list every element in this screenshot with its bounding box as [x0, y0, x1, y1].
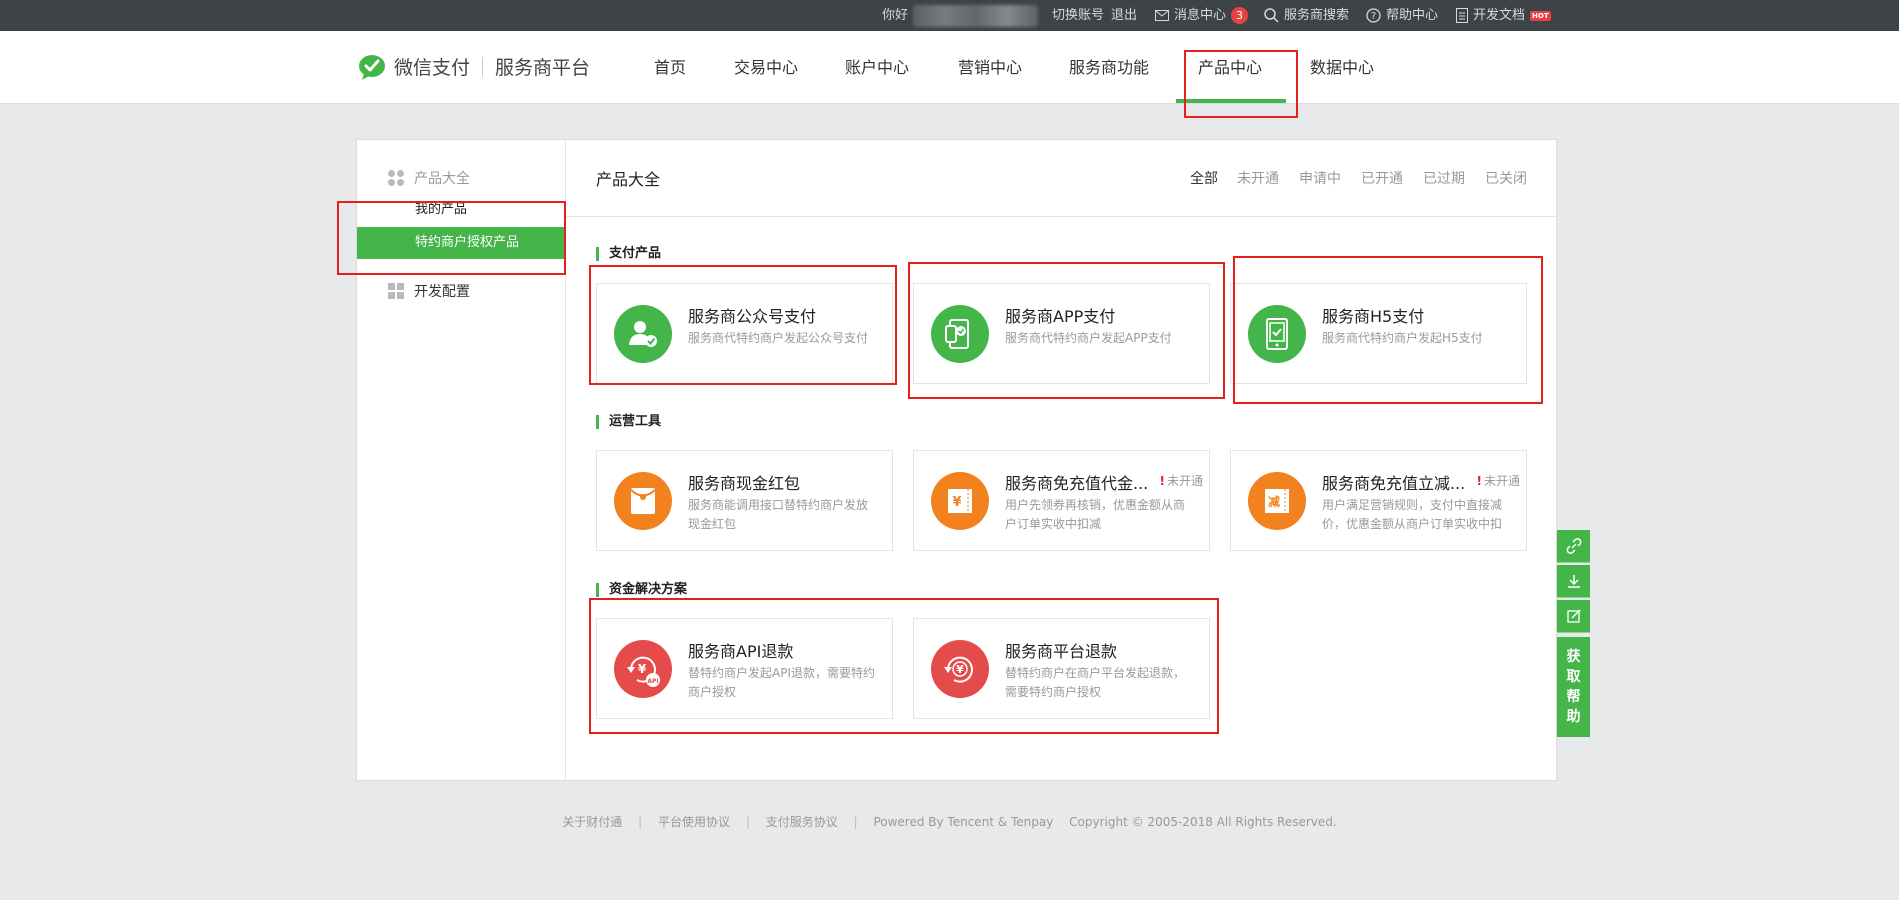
sidebar-group-products[interactable]: 产品大全 [388, 168, 470, 188]
top-bar: 你好 切换账号 退出 消息中心 3 服务商搜索 ? 帮助中心 开发文档 HOT [0, 0, 1899, 31]
highlight-box-card-1 [589, 265, 897, 385]
sidebar-group-dev-config-label: 开发配置 [414, 284, 470, 300]
main-header: 微信支付 服务商平台 首页 交易中心 账户中心 营销中心 服务商功能 产品中心 … [0, 31, 1899, 104]
status-text: 未开通 [1166, 474, 1203, 488]
help-char: 助 [1566, 709, 1581, 725]
product-card[interactable]: 服务商现金红包 服务商能调用接口替特约商户发放现金红包 [596, 450, 893, 551]
message-count-badge: 3 [1231, 7, 1249, 24]
download-icon [1567, 575, 1580, 588]
sidebar-group-products-label: 产品大全 [414, 171, 470, 187]
brand-divider [482, 56, 484, 77]
edit-icon [1566, 609, 1581, 623]
warning-mark: ! [1159, 474, 1165, 488]
product-title: 服务商现金红包 [688, 474, 801, 493]
help-char: 帮 [1566, 689, 1581, 705]
help-center-link[interactable]: ? 帮助中心 [1366, 0, 1438, 31]
footer: 关于财付通 | 平台使用协议 | 支付服务协议 | Powered By Ten… [0, 813, 1899, 830]
document-icon [1456, 8, 1468, 23]
help-center-label: 帮助中心 [1386, 8, 1439, 23]
service-search-label: 服务商搜索 [1284, 8, 1350, 23]
mail-icon [1155, 10, 1169, 21]
help-char: 取 [1566, 669, 1581, 685]
sidebar-group-dev-config[interactable]: 开发配置 [388, 281, 470, 301]
service-search-link[interactable]: 服务商搜索 [1264, 0, 1349, 31]
brand-logo[interactable]: 微信支付 服务商平台 [358, 53, 590, 80]
status-badge: ! 未开通 [1477, 472, 1521, 489]
footer-link-about[interactable]: 关于财付通 [562, 815, 622, 829]
filter-opened[interactable]: 已开通 [1361, 168, 1403, 188]
footer-link-platform-agreement[interactable]: 平台使用协议 [658, 815, 730, 829]
product-desc: 用户先领券再核销，优惠金额从商户订单实收中扣减 [1005, 498, 1186, 531]
page-title: 产品大全 [596, 170, 661, 189]
highlight-box-card-2 [908, 262, 1225, 399]
discount-icon-text: 减 [1268, 494, 1280, 509]
platform-name: 服务商平台 [495, 57, 591, 79]
nav-provider-functions[interactable]: 服务商功能 [1069, 31, 1149, 104]
download-tool-button[interactable] [1557, 565, 1590, 598]
get-help-button[interactable]: 获 取 帮 助 [1557, 637, 1590, 737]
link-tool-button[interactable] [1557, 530, 1590, 563]
search-icon [1264, 8, 1279, 23]
product-desc: 用户满足营销规则，支付中直接减价，优惠金额从商户订单实收中扣 [1322, 498, 1503, 531]
nav-marketing[interactable]: 营销中心 [958, 31, 1022, 104]
squares-grid-icon [388, 283, 404, 299]
content-divider [566, 216, 1556, 217]
link-icon [1566, 538, 1581, 554]
nav-home[interactable]: 首页 [654, 31, 686, 104]
coupon-yuan-icon: ¥ [931, 472, 989, 530]
filter-not-opened[interactable]: 未开通 [1237, 168, 1279, 188]
section-title-payment: 支付产品 [596, 247, 661, 261]
product-title: 服务商免充值立减... [1322, 474, 1466, 493]
logout-link[interactable]: 退出 [1111, 0, 1137, 31]
red-packet-icon [614, 472, 672, 530]
product-desc: 服务商能调用接口替特约商户发放现金红包 [688, 498, 869, 531]
highlight-box-funds [589, 598, 1219, 734]
section-title-operations: 运营工具 [596, 415, 661, 429]
footer-link-payment-agreement[interactable]: 支付服务协议 [766, 815, 838, 829]
greeting: 你好 [882, 0, 1039, 31]
wechat-pay-logo-icon [359, 54, 385, 80]
footer-copyright: Copyright © 2005-2018 All Rights Reserve… [1069, 815, 1337, 829]
nav-accounts[interactable]: 账户中心 [845, 31, 909, 104]
brand-name: 微信支付 [394, 57, 471, 79]
svg-text:?: ? [1371, 11, 1376, 22]
edit-tool-button[interactable] [1557, 600, 1590, 633]
dots-grid-icon [388, 170, 404, 186]
highlight-box-card-3 [1233, 256, 1543, 404]
footer-separator: | [745, 815, 750, 829]
help-char: 获 [1566, 649, 1581, 665]
nav-transactions[interactable]: 交易中心 [734, 31, 798, 104]
filter-closed[interactable]: 已关闭 [1485, 168, 1527, 188]
svg-text:¥: ¥ [952, 495, 961, 510]
footer-powered-by: Powered By Tencent & Tenpay [873, 815, 1054, 829]
nav-data-center[interactable]: 数据中心 [1310, 31, 1374, 104]
blurred-username [913, 4, 1039, 27]
highlight-box-nav-products [1184, 50, 1298, 118]
hot-badge: HOT [1530, 10, 1551, 21]
dev-docs-label: 开发文档 [1473, 8, 1526, 23]
filter-applying[interactable]: 申请中 [1299, 168, 1341, 188]
message-center-link[interactable]: 消息中心 3 [1155, 0, 1249, 31]
dev-docs-link[interactable]: 开发文档 HOT [1456, 0, 1551, 31]
message-center-label: 消息中心 [1174, 8, 1227, 23]
product-card[interactable]: 减 服务商免充值立减... ! 未开通 用户满足营销规则，支付中直接减价，优惠金额… [1230, 450, 1527, 551]
product-title: 服务商免充值代金... [1005, 474, 1149, 493]
discount-icon: 减 [1248, 472, 1306, 530]
switch-account-link[interactable]: 切换账号 [1052, 0, 1104, 31]
greeting-text: 你好 [882, 8, 909, 23]
footer-separator: | [853, 815, 858, 829]
highlight-box-sidebar [337, 201, 566, 275]
status-badge: ! 未开通 [1160, 472, 1204, 489]
status-text: 未开通 [1483, 474, 1520, 488]
section-title-funds: 资金解决方案 [596, 583, 687, 597]
question-icon: ? [1366, 8, 1381, 23]
product-card[interactable]: ¥ 服务商免充值代金... ! 未开通 用户先领券再核销，优惠金额从商户订单实收中… [913, 450, 1210, 551]
footer-separator: | [638, 815, 643, 829]
filter-expired[interactable]: 已过期 [1423, 168, 1465, 188]
warning-mark: ! [1476, 474, 1482, 488]
filter-all[interactable]: 全部 [1190, 168, 1218, 188]
